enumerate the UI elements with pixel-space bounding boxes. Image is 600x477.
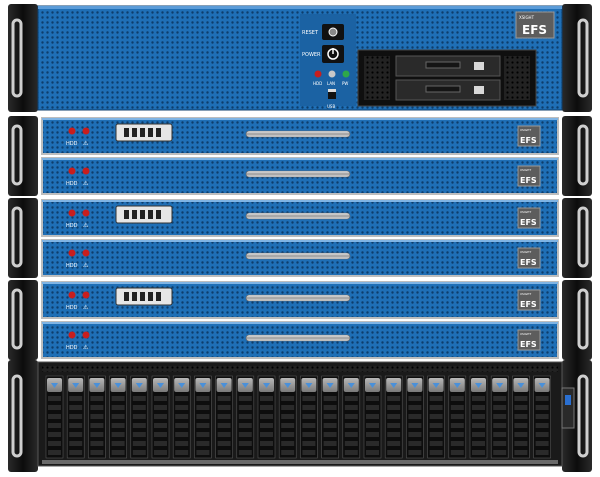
drive-bay[interactable] [469, 375, 488, 459]
drive-bay[interactable] [406, 375, 424, 459]
lan-led-label: LAN [327, 81, 335, 86]
node-units: HDD ⚠XSIGHTEFSHDD ⚠XSIGHTEFSHDD ⚠XSIGHTEFSH… [8, 116, 592, 360]
svg-text:XSIGHT: XSIGHT [520, 128, 531, 132]
usb-label: USB [327, 104, 335, 109]
warning-icon: ⚠ [83, 344, 89, 351]
drive-bay[interactable] [448, 375, 467, 459]
alert-led [82, 127, 90, 135]
hdd-led [68, 331, 76, 339]
alert-led [82, 249, 90, 257]
drive-bay[interactable] [109, 375, 127, 459]
drive-bay[interactable] [490, 375, 509, 459]
warning-icon: ⚠ [83, 140, 89, 147]
svg-text:EFS: EFS [522, 23, 547, 37]
efs-logo: XSIGHT EFS [515, 11, 555, 39]
svg-text:EFS: EFS [520, 258, 537, 267]
drive-bay[interactable] [384, 375, 403, 459]
node-unit: HDD ⚠ XSIGHT EFS [41, 239, 559, 277]
svg-text:XSIGHT: XSIGHT [520, 210, 531, 214]
storage-unit [8, 360, 592, 472]
hdd-led [68, 249, 76, 257]
svg-text:XSIGHT: XSIGHT [520, 168, 531, 172]
hdd-label: HDD [66, 141, 78, 147]
drive-bay[interactable] [151, 375, 170, 459]
drive-bay[interactable] [300, 375, 318, 459]
svg-text:EFS: EFS [520, 136, 537, 145]
hdd-led [68, 167, 76, 175]
drive-bay[interactable] [66, 375, 85, 459]
drive-bay[interactable] [512, 375, 530, 459]
drive-bay[interactable] [172, 375, 191, 459]
drive-bay[interactable] [278, 375, 297, 459]
pw-led [342, 70, 350, 78]
node-pull-handle[interactable] [245, 170, 351, 178]
alert-led [82, 209, 90, 217]
drive-bay[interactable] [342, 375, 361, 459]
hdd-led [68, 209, 76, 217]
efs-logo: XSIGHT EFS [517, 289, 541, 311]
pw-led-label: PW [342, 81, 348, 86]
warning-icon: ⚠ [83, 304, 89, 311]
drive-bay[interactable] [215, 375, 233, 459]
node-unit: HDD ⚠ XSIGHT EFS [41, 157, 559, 195]
efs-logo: XSIGHT EFS [517, 207, 541, 229]
drive-bay[interactable] [427, 375, 445, 459]
svg-text:EFS: EFS [520, 218, 537, 227]
warning-icon: ⚠ [83, 262, 89, 269]
svg-text:XSIGHT: XSIGHT [520, 292, 531, 296]
node-pull-handle[interactable] [245, 212, 351, 220]
drive-bay[interactable] [533, 375, 551, 459]
efs-logo: XSIGHT EFS [517, 125, 541, 147]
hdd-led [314, 70, 322, 78]
drive-bay[interactable] [363, 375, 382, 459]
svg-text:XSIGHT: XSIGHT [520, 332, 531, 336]
alert-led [82, 331, 90, 339]
node-pull-handle[interactable] [245, 294, 351, 302]
efs-logo: XSIGHT EFS [517, 247, 541, 269]
storage-usb-port[interactable] [565, 395, 571, 405]
alert-led [82, 291, 90, 299]
hdd-led-label: HDD [313, 81, 322, 86]
hdd-led [68, 127, 76, 135]
hdd-label: HDD [66, 181, 78, 187]
hdd-label: HDD [66, 263, 78, 269]
drive-bay[interactable] [236, 375, 255, 459]
node-unit: HDD ⚠ XSIGHT EFS [41, 321, 559, 359]
status-panel [561, 387, 575, 429]
node-pull-handle[interactable] [245, 252, 351, 260]
warning-icon: ⚠ [83, 222, 89, 229]
head-unit: RESET POWER HDD LAN PW USB XSIGHT EFS [8, 4, 592, 112]
hdd-label: HDD [66, 345, 78, 351]
node-pull-handle[interactable] [245, 334, 351, 342]
drive-bay[interactable] [88, 375, 106, 459]
reset-label: RESET [302, 30, 319, 36]
drive-bay[interactable] [194, 375, 212, 459]
node-pull-handle[interactable] [245, 130, 351, 138]
efs-logo: XSIGHT EFS [517, 165, 541, 187]
hdd-led [68, 291, 76, 299]
hdd-label: HDD [66, 305, 78, 311]
alert-led [82, 167, 90, 175]
lan-led [328, 70, 336, 78]
drive-bay[interactable] [321, 375, 339, 459]
drive-bay[interactable] [130, 375, 149, 459]
svg-text:XSIGHT: XSIGHT [520, 250, 531, 254]
svg-text:XSIGHT: XSIGHT [519, 15, 535, 20]
svg-text:EFS: EFS [520, 176, 537, 185]
svg-text:EFS: EFS [520, 300, 537, 309]
warning-icon: ⚠ [83, 180, 89, 187]
power-label: POWER [302, 52, 321, 58]
drive-bay[interactable] [45, 375, 64, 459]
drive-bay[interactable] [257, 375, 276, 459]
svg-text:EFS: EFS [520, 340, 537, 349]
hdd-label: HDD [66, 223, 78, 229]
efs-logo: XSIGHT EFS [517, 329, 541, 351]
server-rack: RESET POWER HDD LAN PW USB XSIGHT EFS HD… [8, 4, 592, 472]
